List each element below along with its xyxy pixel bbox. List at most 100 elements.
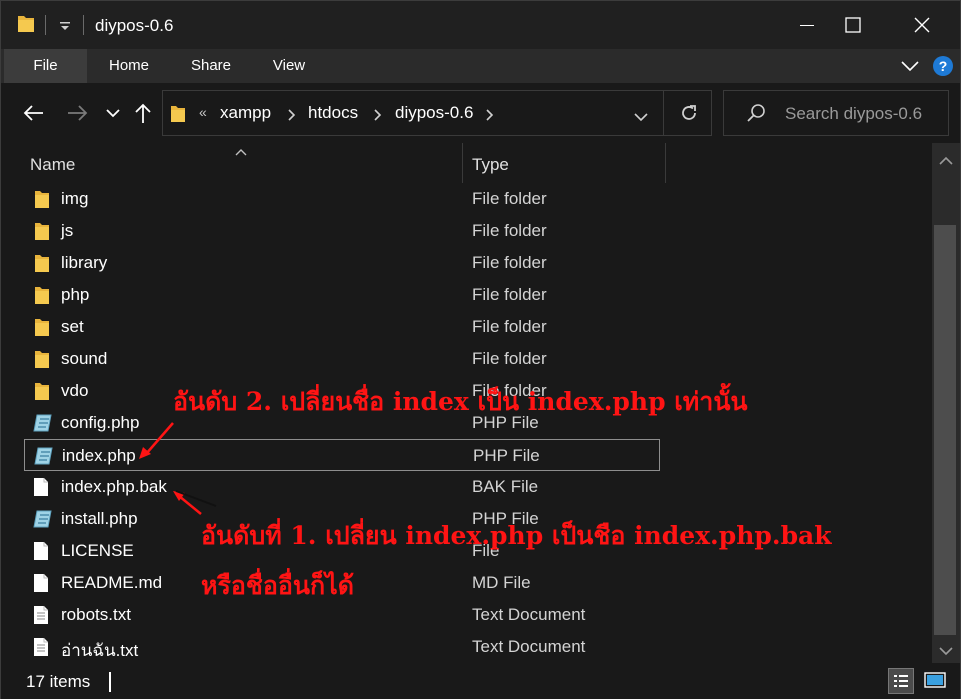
breadcrumb-chevron-icon[interactable] bbox=[486, 108, 494, 126]
breadcrumb-htdocs[interactable]: htdocs bbox=[308, 103, 358, 123]
file-name: php bbox=[61, 285, 90, 304]
details-view-button[interactable] bbox=[888, 668, 914, 694]
file-explorer-window: diypos-0.6 File Home Share View ? « xamp… bbox=[0, 0, 961, 699]
file-type: File folder bbox=[472, 221, 547, 240]
php-file-icon bbox=[34, 446, 53, 466]
file-name: img bbox=[61, 189, 89, 208]
close-icon bbox=[914, 17, 930, 33]
file-row[interactable]: php File folder bbox=[24, 279, 660, 311]
file-row[interactable]: index.php.bak BAK File bbox=[24, 471, 660, 503]
column-header-type[interactable]: Type bbox=[472, 155, 509, 175]
php-file-icon bbox=[33, 509, 52, 529]
file-type: File folder bbox=[472, 349, 547, 368]
file-type: File folder bbox=[472, 317, 547, 336]
folder-icon[interactable] bbox=[17, 13, 35, 38]
folder-icon bbox=[33, 317, 51, 337]
file-type: File folder bbox=[472, 253, 547, 272]
maximize-button[interactable] bbox=[830, 1, 876, 49]
address-history-chevron-icon[interactable] bbox=[634, 109, 648, 127]
text-file-icon bbox=[33, 605, 51, 625]
refresh-icon[interactable] bbox=[679, 103, 699, 128]
php-file-icon bbox=[33, 413, 52, 433]
tab-share[interactable]: Share bbox=[181, 49, 241, 83]
scrollbar-thumb[interactable] bbox=[934, 225, 956, 635]
close-button[interactable] bbox=[899, 1, 945, 49]
file-row[interactable]: อ่านฉัน.txt Text Document bbox=[24, 631, 660, 663]
tab-home[interactable]: Home bbox=[99, 49, 159, 83]
breadcrumb-overflow[interactable]: « bbox=[199, 104, 207, 120]
folder-icon bbox=[33, 221, 51, 241]
folder-icon bbox=[33, 253, 51, 273]
file-type: Text Document bbox=[472, 637, 586, 656]
up-button[interactable] bbox=[131, 97, 155, 129]
file-row[interactable]: set File folder bbox=[24, 311, 660, 343]
file-type: BAK File bbox=[472, 477, 539, 496]
address-bar[interactable]: « xampp htdocs diypos-0.6 bbox=[162, 90, 712, 136]
file-type: File folder bbox=[472, 285, 547, 304]
file-row[interactable]: js File folder bbox=[24, 215, 660, 247]
file-type: PHP File bbox=[473, 446, 540, 465]
file-name: robots.txt bbox=[61, 605, 131, 624]
file-type: Text Document bbox=[472, 605, 586, 624]
blank-file-icon bbox=[33, 541, 51, 561]
scroll-down-icon[interactable] bbox=[939, 643, 953, 661]
file-name: index.php bbox=[62, 446, 136, 465]
search-icon bbox=[746, 103, 766, 128]
blank-file-icon bbox=[33, 477, 51, 497]
search-box[interactable]: Search diypos-0.6 bbox=[723, 90, 949, 136]
breadcrumb-xampp[interactable]: xampp bbox=[220, 103, 271, 123]
item-count: 17 items bbox=[26, 672, 91, 691]
file-name: อ่านฉัน.txt bbox=[61, 641, 139, 660]
folder-icon bbox=[170, 103, 186, 128]
title-bar: diypos-0.6 bbox=[1, 1, 960, 49]
blank-file-icon bbox=[33, 573, 51, 593]
minimize-icon bbox=[800, 25, 814, 26]
text-file-icon bbox=[33, 637, 51, 657]
file-row[interactable]: index.php PHP File bbox=[24, 439, 660, 471]
back-button[interactable] bbox=[19, 97, 47, 129]
file-name: LICENSE bbox=[61, 541, 134, 560]
sort-ascending-icon bbox=[235, 143, 247, 161]
annotation-step-2: อันดับ 2. เปลี่ยนชื่อ index เป็น index.p… bbox=[173, 387, 748, 416]
file-name: vdo bbox=[61, 381, 89, 400]
scroll-up-icon[interactable] bbox=[939, 153, 953, 171]
search-placeholder: Search diypos-0.6 bbox=[785, 104, 923, 123]
column-divider[interactable] bbox=[665, 143, 666, 183]
recent-locations-button[interactable] bbox=[103, 97, 123, 129]
column-header-name[interactable]: Name bbox=[30, 155, 75, 175]
quick-access-chevron-icon[interactable] bbox=[59, 19, 71, 37]
back-arrow-icon bbox=[23, 105, 43, 121]
minimize-button[interactable] bbox=[784, 1, 830, 49]
large-icons-view-button[interactable] bbox=[922, 668, 948, 694]
folder-icon bbox=[33, 349, 51, 369]
help-icon[interactable]: ? bbox=[932, 55, 954, 82]
file-row[interactable]: library File folder bbox=[24, 247, 660, 279]
file-row[interactable]: img File folder bbox=[24, 183, 660, 215]
file-name: set bbox=[61, 317, 84, 336]
breadcrumb-chevron-icon[interactable] bbox=[288, 108, 296, 126]
folder-icon bbox=[33, 285, 51, 305]
annotation-step-1-line-2: หรือชื่ออื่นก็ได้ bbox=[201, 571, 354, 600]
svg-text:?: ? bbox=[939, 58, 948, 74]
expand-ribbon-chevron-icon[interactable] bbox=[901, 59, 919, 77]
tab-view[interactable]: View bbox=[261, 49, 317, 83]
separator bbox=[83, 15, 85, 40]
annotation-step-1: อันดับที่ 1. เปลี่ยน index.php เป็นชือ i… bbox=[201, 521, 832, 550]
vertical-scrollbar[interactable] bbox=[932, 143, 960, 663]
divider bbox=[663, 91, 664, 135]
forward-button[interactable] bbox=[64, 97, 92, 129]
file-type: MD File bbox=[472, 573, 531, 592]
file-name: sound bbox=[61, 349, 108, 368]
file-row[interactable]: sound File folder bbox=[24, 343, 660, 375]
file-type: File folder bbox=[472, 189, 547, 208]
chevron-down-icon bbox=[106, 109, 120, 118]
tab-file[interactable]: File bbox=[4, 49, 87, 83]
up-arrow-icon bbox=[135, 103, 151, 123]
breadcrumb-chevron-icon[interactable] bbox=[374, 108, 382, 126]
file-name: index.php.bak bbox=[61, 477, 167, 496]
details-view-icon bbox=[894, 675, 908, 687]
file-name: library bbox=[61, 253, 108, 272]
window-title: diypos-0.6 bbox=[95, 16, 174, 35]
column-divider[interactable] bbox=[462, 143, 463, 183]
breadcrumb-diypos[interactable]: diypos-0.6 bbox=[395, 103, 473, 123]
